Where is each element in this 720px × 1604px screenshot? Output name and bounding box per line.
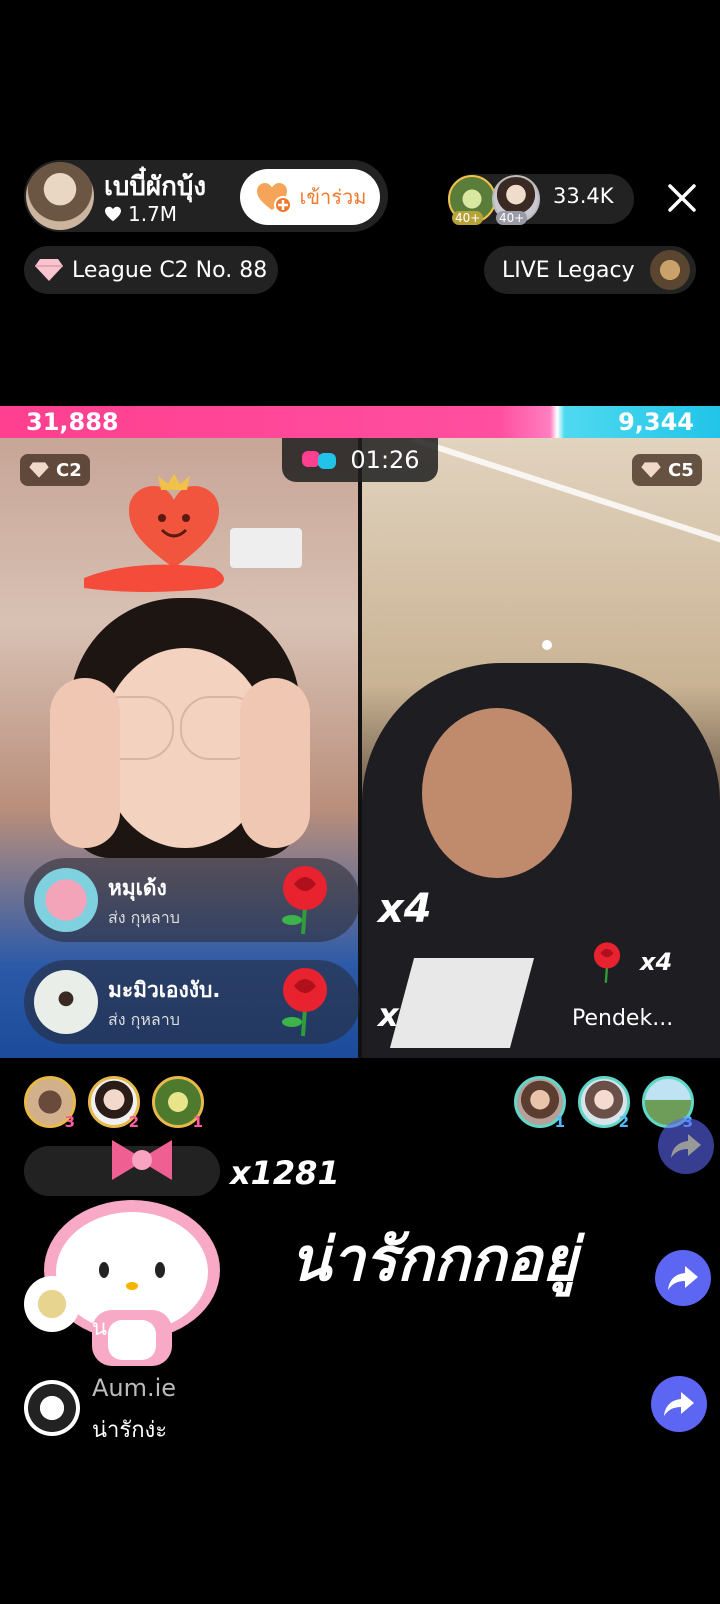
right-supporter-avatar[interactable]: 1	[514, 1076, 566, 1131]
supporter-rank: 2	[618, 1113, 629, 1131]
heart-effect	[84, 474, 224, 592]
gift-description: ส่ง กุหลาบ	[108, 908, 180, 927]
right-score: 9,344	[618, 408, 694, 436]
shirt-logo	[389, 958, 535, 1048]
battle-divider	[358, 438, 362, 1058]
live-legacy-badge[interactable]: LIVE Legacy	[484, 246, 696, 294]
host-name: เบบี๋ผักบุ้ง	[104, 172, 207, 202]
share-button[interactable]	[651, 1376, 707, 1432]
right-supporter-avatar[interactable]: 2	[578, 1076, 630, 1131]
live-legacy-label: LIVE Legacy	[502, 257, 635, 283]
battle-timer: 01:26	[282, 438, 438, 482]
heart-plus-icon	[254, 180, 294, 214]
right-gifter-name: Pendek...	[572, 1006, 674, 1031]
league-label: League C2 No. 88	[72, 257, 268, 283]
join-label: เข้าร่วม	[299, 185, 367, 209]
rose-icon	[593, 942, 621, 983]
gift-combo-counter-partial: x	[378, 996, 399, 1034]
gifter-avatar[interactable]	[34, 970, 98, 1034]
hand	[50, 678, 120, 848]
join-button[interactable]: เข้าร่วม	[240, 169, 380, 225]
left-supporter-avatar[interactable]: 2	[88, 1076, 140, 1131]
ceiling-light	[542, 640, 552, 650]
right-gift-count: x4	[640, 948, 673, 976]
viewer-level-badge: 40+	[452, 211, 484, 225]
trophy-icon	[650, 250, 690, 290]
gift-notification[interactable]: หมุเด้ง ส่ง กุหลาบ	[24, 858, 360, 942]
share-icon	[668, 1266, 698, 1290]
timer-text: 01:26	[350, 446, 420, 474]
sticker-combo-counter: x1281	[230, 1154, 340, 1192]
league-badge[interactable]: League C2 No. 88	[24, 246, 278, 294]
share-button[interactable]	[655, 1250, 711, 1306]
supporter-rank: 1	[192, 1113, 203, 1131]
host-likes: 1.7M	[104, 202, 177, 226]
hand	[240, 678, 310, 848]
gifter-avatar[interactable]	[34, 868, 98, 932]
right-rank-label: C5	[668, 459, 694, 481]
diamond-icon	[35, 259, 63, 281]
gifter-name: หมุเด้ง	[108, 876, 167, 900]
left-rank-badge[interactable]: C2	[20, 454, 90, 486]
rose-icon	[282, 866, 327, 935]
viewer-count[interactable]: 33.4K	[553, 184, 614, 208]
left-score: 31,888	[26, 408, 119, 436]
left-rank-label: C2	[56, 459, 82, 481]
commenter-avatar[interactable]	[24, 1276, 80, 1332]
gift-notification[interactable]: มะมิวเองงับ. ส่ง กุหลาบ	[24, 960, 360, 1044]
comment-username[interactable]: Aum.ie	[92, 1374, 176, 1402]
partial-comment: น	[92, 1316, 108, 1341]
viewer-level-badge: 40+	[496, 211, 528, 225]
gifter-name: มะมิวเองงับ.	[108, 978, 221, 1002]
overlay-message: น่ารักกกอยู่	[290, 1225, 578, 1295]
likes-count: 1.7M	[128, 202, 178, 226]
close-icon[interactable]	[662, 178, 702, 218]
left-supporter-avatar[interactable]: 3	[24, 1076, 76, 1131]
comment-text: น่ารักง่ะ	[92, 1418, 168, 1443]
host-avatar[interactable]	[26, 162, 94, 230]
share-icon	[664, 1392, 694, 1416]
supporter-rank: 2	[128, 1113, 139, 1131]
supporter-rank: 3	[64, 1113, 75, 1131]
person-face	[422, 708, 572, 878]
diamond-icon	[641, 462, 661, 478]
diamond-icon	[29, 462, 49, 478]
heart-icon	[105, 206, 121, 222]
left-supporter-avatar[interactable]: 1	[152, 1076, 204, 1131]
gloves-icon	[302, 451, 337, 469]
gift-combo-counter: x4	[378, 886, 432, 932]
top-viewer-avatar[interactable]: 40+	[448, 175, 496, 225]
share-icon	[671, 1134, 701, 1158]
supporter-rank: 1	[554, 1113, 565, 1131]
gift-description: ส่ง กุหลาบ	[108, 1010, 180, 1029]
commenter-avatar[interactable]	[24, 1380, 80, 1436]
share-button[interactable]	[658, 1118, 714, 1174]
rose-icon	[282, 968, 327, 1037]
top-viewer-avatar[interactable]: 40+	[492, 175, 540, 225]
right-rank-badge[interactable]: C5	[632, 454, 702, 486]
